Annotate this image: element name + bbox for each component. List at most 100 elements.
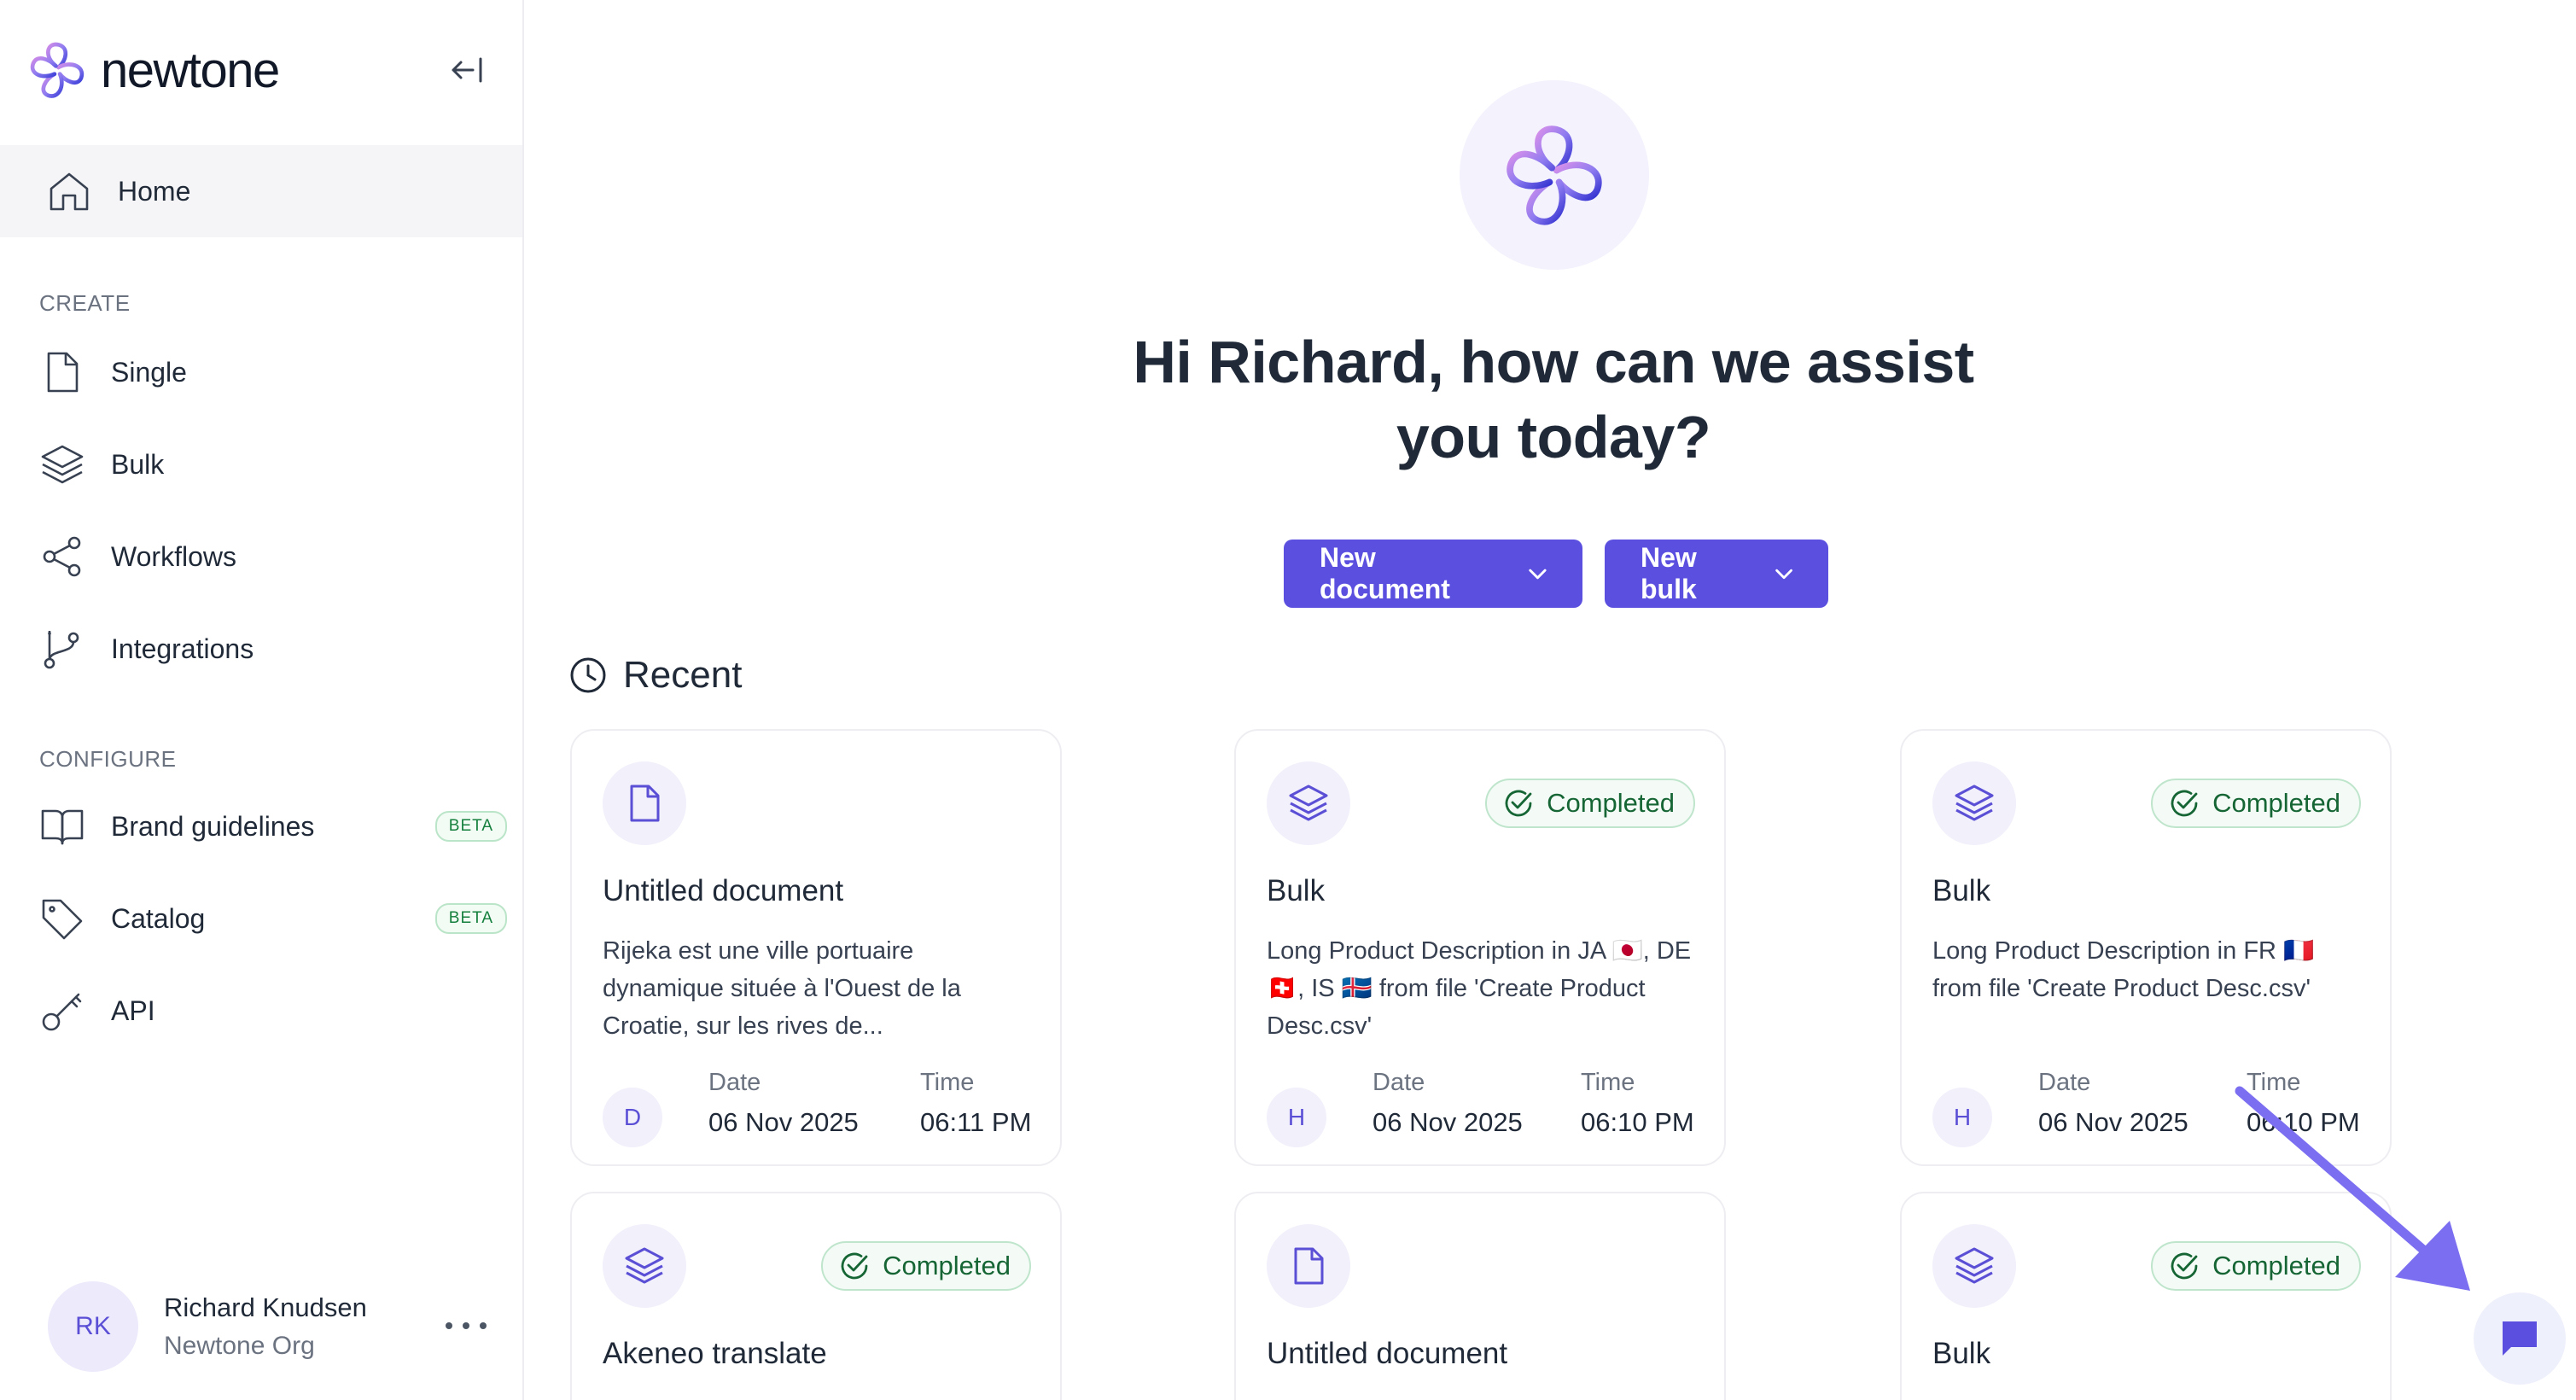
new-bulk-label: New bulk (1641, 542, 1697, 604)
annotation-arrow-icon (2235, 1086, 2470, 1291)
sidebar-item-label: Home (118, 175, 191, 207)
card-title: Untitled document (603, 874, 844, 907)
user-info: Richard Knudsen Newtone Org (164, 1292, 367, 1361)
card-footer: H Date 06 Nov 2025 Time 06:10 PM (1267, 1069, 1702, 1154)
card-description: Rijeka est une ville portuaire dynamique… (603, 937, 961, 1040)
sidebar-item-label: Integrations (111, 633, 254, 664)
date-label: Date (1373, 1069, 1425, 1096)
avatar: D (603, 1088, 662, 1147)
recent-title: Recent (623, 654, 743, 696)
new-bulk-button[interactable]: New bulk (1605, 540, 1828, 608)
date-label: Date (708, 1069, 761, 1096)
card-date: Date 06 Nov 2025 (2038, 1069, 2188, 1138)
hero-logo (1460, 80, 1649, 270)
time-value: 06:10 PM (1581, 1107, 1694, 1137)
status-text: Completed (2212, 788, 2340, 818)
check-circle-icon (2171, 790, 2198, 817)
sidebar: newtone Home CREATE Single Bulk Workflow… (0, 0, 524, 1400)
recent-card[interactable]: Completed Bulk Long Product Description … (1234, 729, 1726, 1166)
sidebar-item-workflows[interactable]: Workflows (0, 514, 522, 599)
document-icon (39, 349, 85, 395)
sidebar-item-label: Catalog (111, 902, 206, 934)
logo-mark-icon (30, 42, 85, 98)
date-value: 06 Nov 2025 (1373, 1107, 1523, 1137)
layers-icon (603, 1224, 686, 1308)
sidebar-item-catalog[interactable]: Catalog BETA (0, 876, 522, 961)
check-circle-icon (841, 1252, 868, 1280)
chevron-down-icon (1775, 569, 1792, 580)
avatar: H (1932, 1088, 1992, 1147)
date-value: 06 Nov 2025 (2038, 1107, 2188, 1137)
sidebar-item-label: Brand guidelines (111, 810, 315, 842)
status-badge: Completed (1485, 779, 1695, 828)
sidebar-item-label: Bulk (111, 448, 165, 480)
sidebar-item-home[interactable]: Home (0, 145, 522, 237)
sidebar-item-label: Single (111, 356, 187, 388)
beta-badge: BETA (434, 811, 507, 842)
chat-icon (2503, 1321, 2537, 1356)
avatar: RK (48, 1281, 138, 1372)
card-time: Time 06:10 PM (1581, 1069, 1694, 1138)
collapse-left-icon (452, 57, 482, 83)
greeting-heading: Hi Richard, how can we assist you today? (1133, 329, 1974, 470)
sidebar-item-single[interactable]: Single (0, 330, 522, 415)
layers-icon (1267, 761, 1350, 845)
sidebar-item-bulk[interactable]: Bulk (0, 422, 522, 507)
recent-card[interactable]: Completed Akeneo translate (570, 1192, 1062, 1400)
collapse-sidebar-button[interactable] (444, 46, 492, 94)
section-label-configure: CONFIGURE (39, 746, 177, 772)
check-circle-icon (2171, 1252, 2198, 1280)
sidebar-item-api[interactable]: API (0, 968, 522, 1053)
check-circle-icon (1505, 790, 1532, 817)
card-description: Long Product Description in JA 🇯🇵, DE 🇨🇭… (1267, 937, 1692, 1040)
recent-section-header: Recent (568, 654, 742, 697)
more-options-icon[interactable] (446, 1313, 487, 1339)
card-title: Bulk (1932, 874, 1991, 907)
user-name: Richard Knudsen (164, 1292, 367, 1322)
brand-name: newtone (101, 42, 280, 98)
home-icon (46, 168, 92, 214)
card-title: Untitled document (1267, 1337, 1508, 1370)
brand-logo[interactable]: newtone (24, 38, 280, 102)
layers-icon (1932, 1224, 2016, 1308)
sidebar-item-label: Workflows (111, 540, 236, 572)
book-icon (39, 803, 85, 849)
time-label: Time (1581, 1069, 1635, 1096)
layers-icon (39, 441, 85, 487)
date-value: 06 Nov 2025 (708, 1107, 859, 1137)
time-value: 06:11 PM (920, 1107, 1032, 1137)
document-icon (1267, 1224, 1350, 1308)
new-document-button[interactable]: New document (1284, 540, 1582, 608)
new-document-label: New document (1320, 542, 1450, 604)
status-badge: Completed (2151, 779, 2361, 828)
sidebar-item-brand-guidelines[interactable]: Brand guidelines BETA (0, 784, 522, 869)
recent-card[interactable]: Untitled document (1234, 1192, 1726, 1400)
time-label: Time (920, 1069, 975, 1096)
beta-badge: BETA (434, 903, 507, 934)
document-icon (603, 761, 686, 845)
section-label-create: CREATE (39, 290, 131, 316)
layers-icon (1932, 761, 2016, 845)
chevron-down-icon (1529, 569, 1547, 580)
card-footer: D Date 06 Nov 2025 Time 06:11 PM (603, 1069, 1038, 1154)
card-title: Bulk (1267, 874, 1326, 907)
chat-support-button[interactable] (2474, 1292, 2566, 1385)
sidebar-item-integrations[interactable]: Integrations (0, 606, 522, 691)
recent-card[interactable]: Untitled document Rijeka est une ville p… (570, 729, 1062, 1166)
tag-icon (39, 895, 85, 942)
user-org: Newtone Org (164, 1332, 315, 1360)
card-time: Time 06:11 PM (920, 1069, 1031, 1138)
card-description: Long Product Description in FR 🇫🇷 from f… (1932, 937, 2315, 1002)
status-text: Completed (1547, 788, 1675, 818)
share-icon (39, 534, 85, 580)
avatar: H (1267, 1088, 1326, 1147)
status-badge: Completed (821, 1241, 1031, 1291)
git-branch-icon (39, 626, 85, 672)
logo-mark-icon (1507, 125, 1602, 225)
card-date: Date 06 Nov 2025 (1373, 1069, 1523, 1138)
user-profile[interactable]: RK Richard Knudsen Newtone Org (48, 1280, 509, 1373)
status-text: Completed (883, 1251, 1011, 1280)
clock-icon (570, 657, 606, 693)
date-label: Date (2038, 1069, 2091, 1096)
card-date: Date 06 Nov 2025 (708, 1069, 859, 1138)
